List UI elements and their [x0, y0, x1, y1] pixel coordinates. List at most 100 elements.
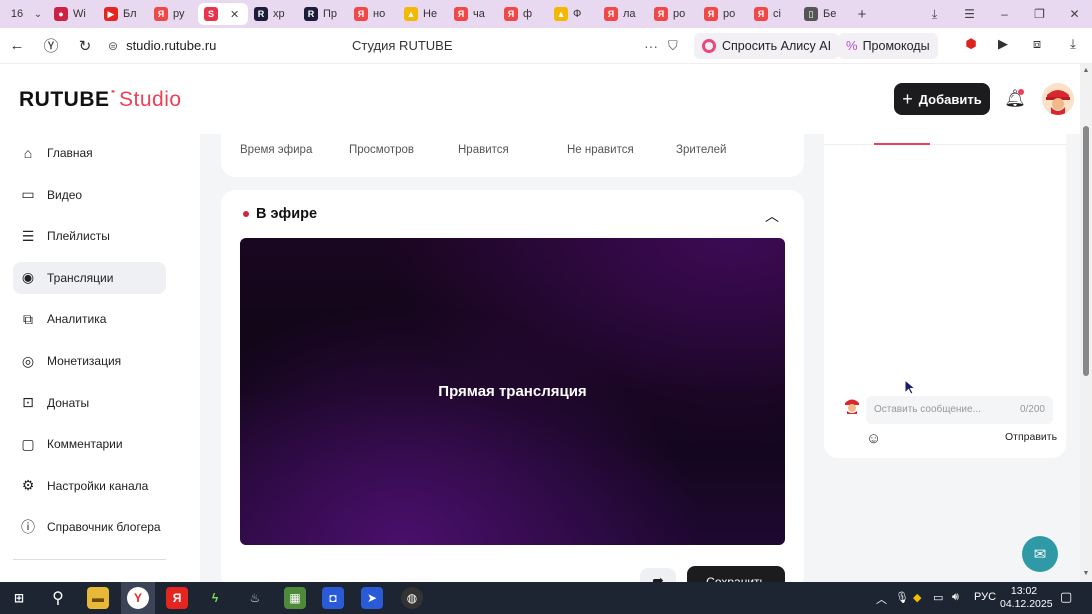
page-scrollbar[interactable]: ▲ ▼ — [1080, 64, 1092, 582]
sidebar-item-playlist[interactable]: ☰ Плейлисты — [13, 220, 166, 252]
sidebar-item-label: Монетизация — [47, 354, 122, 368]
tray-chevron-icon[interactable]: ︿ — [876, 591, 887, 607]
sidebar-item-analytics[interactable]: ⧉ Аналитика — [13, 303, 166, 335]
microphone-icon[interactable]: 🎙︎ — [895, 591, 909, 604]
promo-button[interactable]: % Промокоды — [838, 32, 938, 59]
share-icon[interactable]: ➦ — [640, 568, 676, 582]
stream-stats-card: Время эфира Просмотров Нравится Не нравится… — [221, 134, 804, 177]
rutube-studio-logo[interactable]: RUTUBE˙Studio — [19, 88, 182, 112]
download-arrow-icon[interactable]: ⤓ — [1064, 36, 1082, 54]
bolt-app-icon[interactable]: ϟ — [204, 587, 226, 609]
taskbar-clock[interactable]: 13:02 04.12.2025 — [1000, 585, 1053, 611]
logo-main: RUTUBE — [19, 88, 110, 111]
chevron-up-icon[interactable]: ︿ — [765, 206, 779, 226]
comments-icon: ▢ — [21, 435, 35, 452]
send-button[interactable]: Отправить — [1005, 431, 1057, 443]
live-indicator-dot — [243, 211, 249, 217]
sidebar-item-monetization[interactable]: ◎ Монетизация — [13, 345, 166, 377]
reload-icon[interactable]: ↻ — [68, 37, 102, 55]
alice-icon — [702, 38, 716, 53]
sidebar-item-broadcast[interactable]: ◉ Трансляции — [13, 261, 166, 294]
sidebar-item-home[interactable]: ⌂ Главная — [13, 137, 166, 169]
yandex-icon[interactable]: Я — [166, 587, 188, 609]
site-info-icon[interactable]: ⊜ — [108, 39, 118, 53]
sidebar-item-comments[interactable]: ▢ Комментарии — [13, 428, 166, 460]
browser-tab[interactable]: Яру — [148, 3, 198, 25]
tab-label: но — [373, 8, 386, 20]
browser-tab[interactable]: Яф — [498, 3, 548, 25]
avatar[interactable] — [1042, 83, 1074, 115]
browser-tab[interactable]: Яро — [648, 3, 698, 25]
bell-icon[interactable]: 🔔︎ — [1004, 89, 1026, 111]
chat-message-input[interactable]: Оставить сообщение... 0/200 — [866, 396, 1053, 424]
bookmark-icon[interactable]: ⛉ — [668, 38, 678, 54]
tab-close-icon[interactable]: ✕ — [230, 8, 239, 21]
stream-player[interactable]: Прямая трансляция — [240, 238, 785, 545]
chat-tab-active-indicator — [874, 143, 930, 145]
browser-tab[interactable]: Яла — [598, 3, 648, 25]
file-explorer-icon[interactable]: ▬ — [87, 587, 109, 609]
download-icon[interactable]: ⤓ — [917, 7, 952, 22]
ask-alice-button[interactable]: Спросить Алису AI — [694, 32, 840, 59]
new-tab-plus-icon[interactable]: + — [852, 4, 872, 24]
browser-tab[interactable]: Ясі — [748, 3, 798, 25]
extension-cube-icon[interactable]: ⬢ — [962, 36, 980, 54]
sidebar: ⌂ Главная ▭ Видео ☰ Плейлисты ◉ Трансляции ⧉ Анал… — [0, 134, 200, 582]
browser-tab[interactable]: Яно — [348, 3, 398, 25]
browser-tab[interactable]: Rхр — [248, 3, 298, 25]
add-button[interactable]: + Добавить — [894, 83, 990, 115]
save-button[interactable]: Сохранить — [687, 566, 785, 582]
add-button-label: Добавить — [918, 91, 982, 107]
more-dots-icon[interactable]: ··· — [644, 38, 658, 54]
scroll-up-icon[interactable]: ▲ — [1082, 67, 1090, 74]
restore-icon[interactable]: ❐ — [1022, 7, 1057, 21]
battery-icon[interactable]: ▭ — [933, 591, 943, 604]
avatar-image — [1042, 83, 1074, 115]
browser-tab[interactable]: ▲ Не — [398, 3, 448, 25]
clock-date: 04.12.2025 — [1000, 598, 1053, 610]
scroll-down-icon[interactable]: ▼ — [1082, 570, 1090, 577]
tab-favicon-icon: Я — [154, 7, 168, 21]
extension-box-icon[interactable]: ⧈ — [1028, 36, 1046, 54]
url-field[interactable]: ⊜ studio.rutube.ru Студия RUTUBE ··· ⛉ — [108, 32, 688, 60]
steam-icon[interactable]: ♨ — [244, 587, 266, 609]
obs-icon[interactable]: ◍ — [401, 587, 423, 609]
search-icon[interactable]: ⚲ — [47, 587, 69, 609]
volume-icon[interactable]: 🔊︎ — [952, 591, 959, 604]
close-window-icon[interactable]: ✕ — [1057, 7, 1092, 21]
telegram-icon[interactable]: ➤ — [361, 587, 383, 609]
tray-app-icon[interactable]: ◆ — [913, 591, 921, 604]
extension-play-icon[interactable]: ▶ — [994, 36, 1012, 54]
browser-tab-active[interactable]: S ✕ — [198, 3, 248, 25]
tab-list-chevron-icon[interactable]: ⌄ — [28, 9, 48, 20]
notifications-icon[interactable]: ▢ — [1060, 589, 1072, 605]
browser-tab[interactable]: ▯ Бе — [798, 3, 848, 25]
yandex-browser-icon[interactable]: Y — [127, 587, 149, 609]
scroll-thumb[interactable] — [1083, 126, 1089, 376]
windows-taskbar: ⊞ ⚲ ▬ Y Я ϟ ♨ ▦ ◘ ➤ ◍ ︿ 🎙︎ ◆ ▭ 🔊︎ РУС 13… — [0, 582, 1092, 614]
minimize-icon[interactable]: – — [987, 7, 1022, 21]
tab-favicon-icon: R — [254, 7, 268, 21]
browser-tab[interactable]: Яро — [698, 3, 748, 25]
minecraft-icon[interactable]: ▦ — [284, 587, 306, 609]
back-arrow-icon[interactable]: ← — [0, 37, 34, 54]
sidebar-item-video[interactable]: ▭ Видео — [13, 179, 166, 211]
app-square-icon[interactable]: ◘ — [322, 587, 344, 609]
emoji-icon[interactable]: ☺ — [866, 430, 881, 447]
sidebar-item-info[interactable]: ⓘ Справочник блогера — [13, 511, 166, 543]
browser-tab[interactable]: ▲ Ф — [548, 3, 598, 25]
sidebar-item-settings[interactable]: ⚙ Настройки канала — [13, 470, 166, 502]
tab-list: ● Wi ▶ Бл Яру S ✕ Rхр R Пр Яно ▲ Не Яча Яф ▲ Ф Яла Яро Яро Я… — [48, 3, 848, 25]
browser-tab[interactable]: ▶ Бл — [98, 3, 148, 25]
support-chat-icon[interactable]: ✉ — [1022, 536, 1058, 572]
browser-tab[interactable]: Яча — [448, 3, 498, 25]
tab-count-badge[interactable]: 16 — [6, 4, 28, 24]
browser-tab[interactable]: ● Wi — [48, 3, 98, 25]
yandex-home-icon[interactable]: Ⓨ — [34, 35, 68, 56]
windows-start-icon[interactable]: ⊞ — [8, 587, 30, 609]
keyboard-language[interactable]: РУС — [974, 591, 996, 603]
menu-icon[interactable]: ☰ — [952, 7, 987, 21]
browser-tab[interactable]: R Пр — [298, 3, 348, 25]
sidebar-item-label: Видео — [47, 187, 83, 202]
sidebar-item-donate[interactable]: ⊡ Донаты — [13, 387, 166, 419]
